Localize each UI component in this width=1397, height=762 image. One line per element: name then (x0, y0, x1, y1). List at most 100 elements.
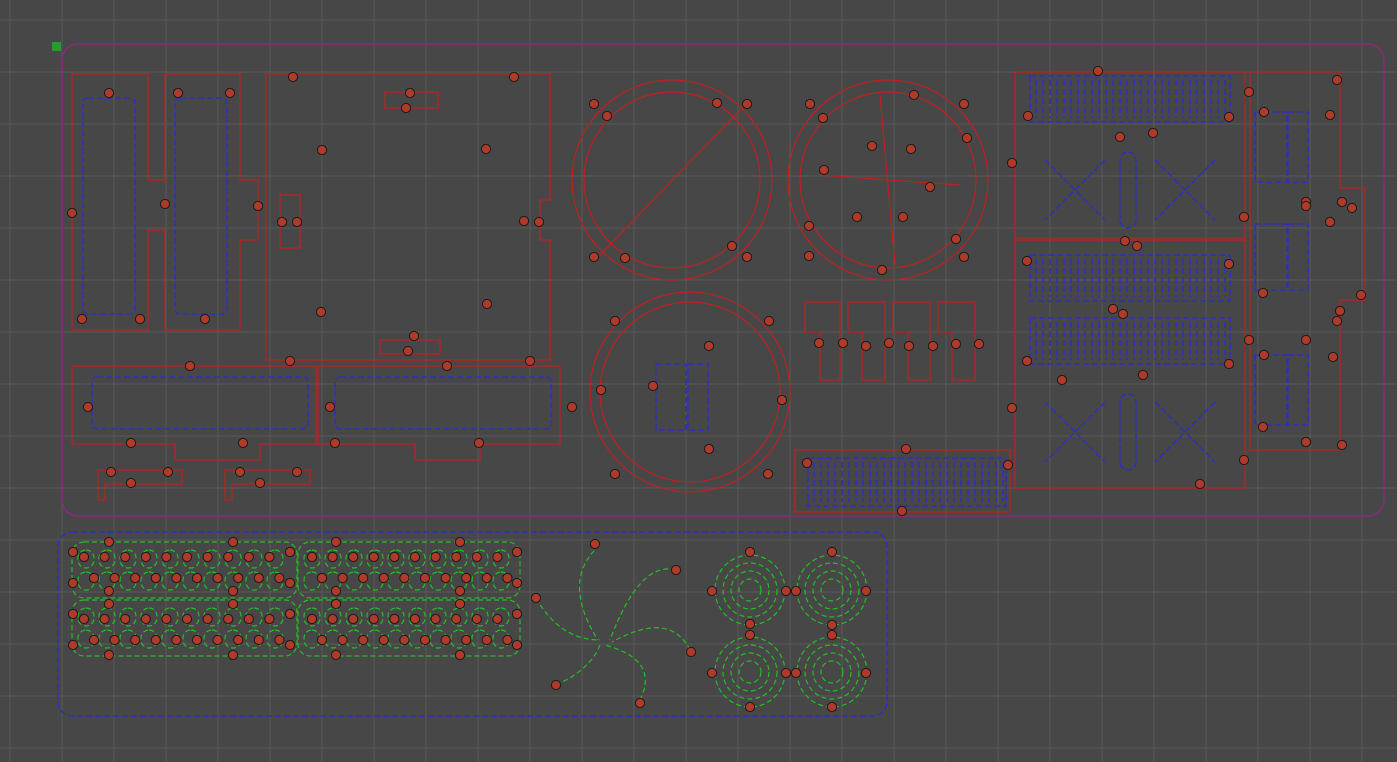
drill-point[interactable] (199, 313, 211, 325)
drill-point[interactable] (1300, 334, 1312, 346)
drill-point[interactable] (900, 443, 912, 455)
drill-point[interactable] (511, 546, 523, 558)
drill-point[interactable] (171, 572, 182, 584)
drill-point[interactable] (803, 250, 815, 262)
drill-point[interactable] (958, 251, 970, 263)
drill-point[interactable] (1257, 287, 1269, 299)
drill-point[interactable] (252, 200, 264, 212)
drill-point[interactable] (130, 572, 141, 584)
drill-point[interactable] (1107, 303, 1119, 315)
drill-point[interactable] (780, 585, 792, 597)
engrave-fan-blades[interactable] (535, 544, 691, 701)
drill-point[interactable] (441, 360, 453, 372)
drill-point[interactable] (389, 551, 400, 563)
drill-point[interactable] (588, 251, 600, 263)
drill-point[interactable] (330, 536, 342, 548)
drill-point[interactable] (327, 551, 338, 563)
drill-point[interactable] (492, 613, 503, 625)
drill-point[interactable] (227, 585, 239, 597)
drill-point[interactable] (212, 572, 223, 584)
drill-point[interactable] (67, 639, 79, 651)
drill-point[interactable] (109, 572, 120, 584)
drill-point[interactable] (171, 634, 182, 646)
drill-point[interactable] (315, 306, 327, 318)
drill-point[interactable] (402, 345, 414, 357)
drill-point[interactable] (454, 536, 466, 548)
drill-point[interactable] (958, 98, 970, 110)
drill-point[interactable] (399, 572, 410, 584)
drill-point[interactable] (276, 216, 288, 228)
drill-point[interactable] (1324, 109, 1336, 121)
drill-point[interactable] (896, 505, 908, 517)
drill-point[interactable] (264, 551, 275, 563)
drill-point[interactable] (1238, 211, 1250, 223)
drill-point[interactable] (1114, 131, 1126, 143)
drill-point[interactable] (780, 667, 792, 679)
part-large-panel[interactable] (265, 73, 551, 361)
drill-point[interactable] (550, 679, 562, 691)
drill-point[interactable] (400, 102, 412, 114)
drill-point[interactable] (109, 634, 120, 646)
drill-point[interactable] (348, 613, 359, 625)
drill-point[interactable] (1336, 196, 1348, 208)
drill-point[interactable] (330, 585, 342, 597)
drill-point[interactable] (589, 538, 601, 550)
drill-point[interactable] (481, 572, 492, 584)
drill-point[interactable] (801, 457, 813, 469)
drill-point[interactable] (330, 598, 342, 610)
drill-point[interactable] (1021, 355, 1033, 367)
drill-point[interactable] (284, 577, 296, 589)
drill-point[interactable] (634, 697, 646, 709)
drill-point[interactable] (703, 340, 715, 352)
drill-point[interactable] (440, 634, 451, 646)
drill-point[interactable] (711, 97, 723, 109)
drill-point[interactable] (927, 340, 939, 352)
drill-point[interactable] (1300, 436, 1312, 448)
drill-point[interactable] (120, 613, 131, 625)
drill-point[interactable] (287, 71, 299, 83)
drill-point[interactable] (741, 251, 753, 263)
drill-point[interactable] (103, 87, 115, 99)
drill-point[interactable] (647, 380, 659, 392)
drill-point[interactable] (130, 634, 141, 646)
drill-point[interactable] (227, 598, 239, 610)
drill-point[interactable] (588, 98, 600, 110)
drill-point[interactable] (408, 330, 420, 342)
drill-point[interactable] (473, 437, 485, 449)
drill-point[interactable] (860, 667, 872, 679)
drill-point[interactable] (744, 546, 756, 558)
drill-point[interactable] (237, 437, 249, 449)
drill-point[interactable] (826, 546, 838, 558)
drill-point[interactable] (253, 634, 264, 646)
drill-point[interactable] (430, 613, 441, 625)
drill-point[interactable] (1334, 305, 1346, 317)
drill-point[interactable] (566, 401, 578, 413)
drill-point[interactable] (274, 634, 285, 646)
drill-point[interactable] (670, 564, 682, 576)
drill-point[interactable] (202, 613, 213, 625)
drill-point[interactable] (950, 338, 962, 350)
drill-point[interactable] (533, 216, 545, 228)
drill-point[interactable] (897, 211, 909, 223)
drill-point[interactable] (903, 340, 915, 352)
drill-point[interactable] (76, 313, 88, 325)
drill-point[interactable] (103, 649, 115, 661)
drill-point[interactable] (172, 87, 184, 99)
drill-point[interactable] (181, 613, 193, 625)
drill-point[interactable] (150, 634, 161, 646)
drill-point[interactable] (524, 355, 536, 367)
drill-point[interactable] (790, 585, 802, 597)
drill-point[interactable] (471, 551, 482, 563)
drill-point[interactable] (1131, 240, 1143, 252)
drill-point[interactable] (78, 551, 90, 563)
drill-point[interactable] (337, 634, 348, 646)
drill-point[interactable] (264, 613, 275, 625)
drill-point[interactable] (337, 572, 348, 584)
drill-point[interactable] (378, 634, 389, 646)
drill-point[interactable] (726, 240, 738, 252)
drill-point[interactable] (818, 164, 830, 176)
drill-point[interactable] (1117, 308, 1129, 320)
drill-point[interactable] (227, 649, 239, 661)
drill-point[interactable] (329, 437, 341, 449)
drill-point[interactable] (99, 551, 110, 563)
